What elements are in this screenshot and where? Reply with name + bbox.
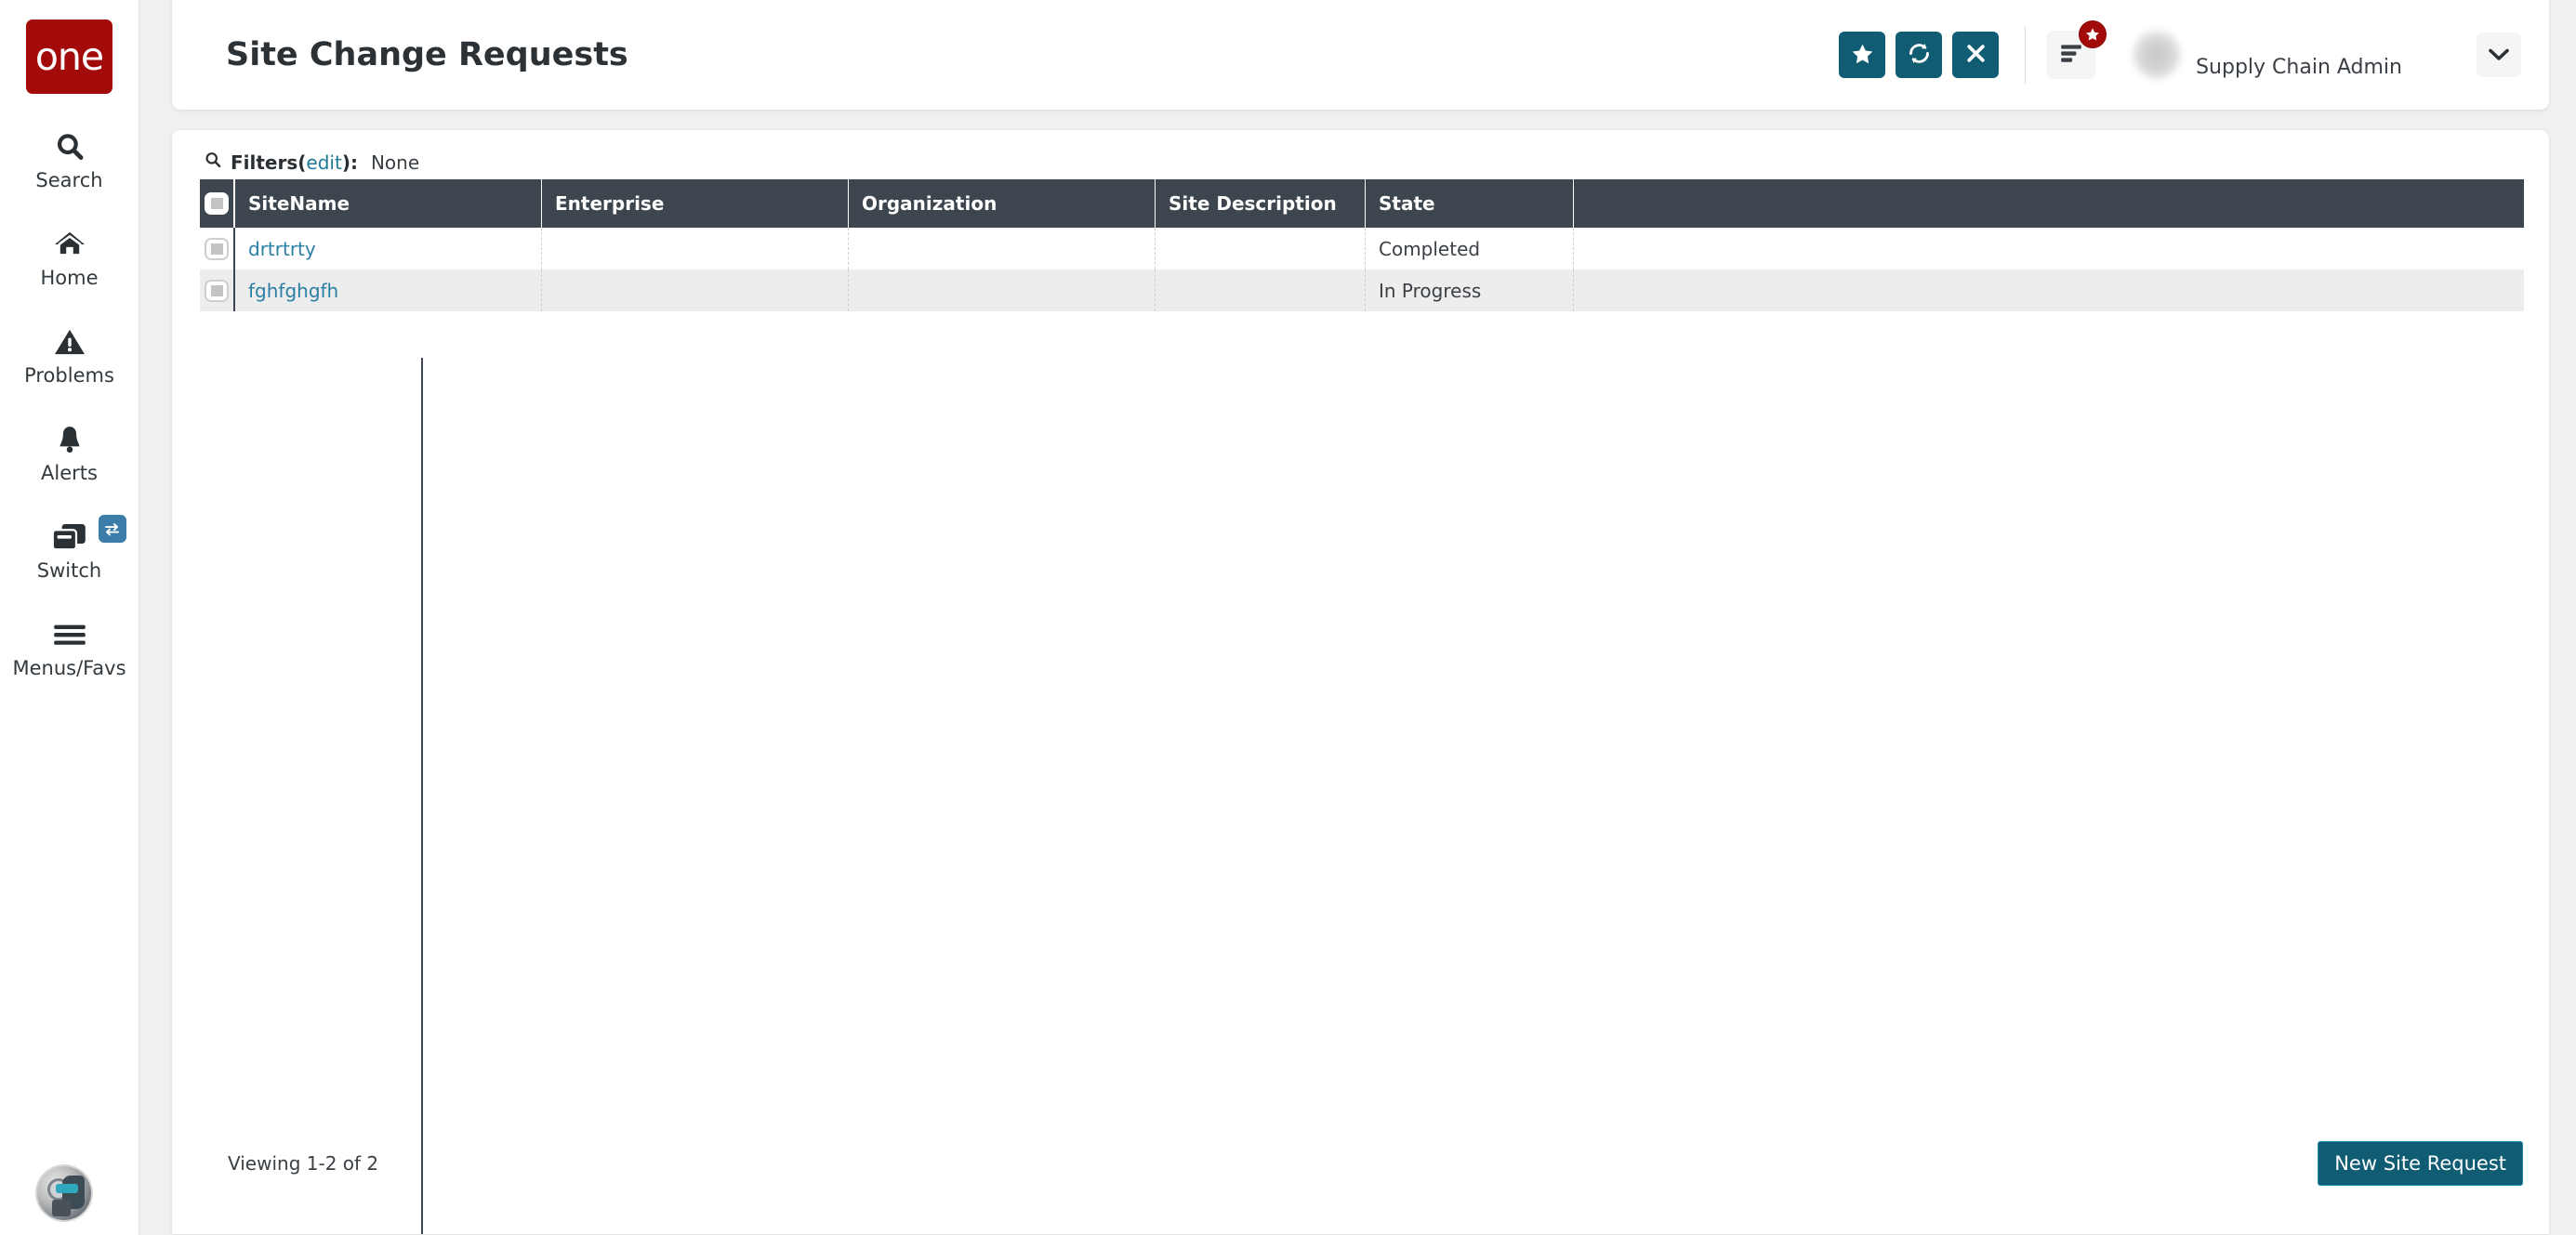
table-footer: Viewing 1-2 of 2 New Site Request bbox=[172, 1137, 2549, 1189]
avatar-visor bbox=[56, 1184, 78, 1193]
cell-state: Completed bbox=[1366, 228, 1574, 269]
column-header-sitename[interactable]: SiteName bbox=[235, 179, 542, 228]
cell-organization bbox=[849, 269, 1156, 311]
row-checkbox[interactable] bbox=[200, 269, 235, 311]
table-header-row: SiteName Enterprise Organization Site De… bbox=[200, 179, 2524, 228]
sidebar-item-home[interactable]: Home bbox=[0, 225, 139, 289]
cell-filler bbox=[1574, 228, 2524, 269]
filters-label: Filters bbox=[231, 151, 297, 174]
close-x-icon bbox=[1965, 43, 1987, 67]
avatar bbox=[2133, 31, 2181, 79]
left-sidebar: one Search Home Problems Alerts Switc bbox=[0, 0, 139, 1235]
sitename-link[interactable]: drtrtrty bbox=[248, 238, 316, 260]
sidebar-item-label: Switch bbox=[37, 559, 101, 582]
search-icon bbox=[54, 127, 86, 166]
sidebar-item-menus-favs[interactable]: Menus/Favs bbox=[0, 615, 139, 679]
filters-edit-link[interactable]: edit bbox=[306, 151, 341, 174]
column-header-site-description[interactable]: Site Description bbox=[1156, 179, 1366, 228]
cell-enterprise bbox=[542, 228, 849, 269]
page-title: Site Change Requests bbox=[226, 36, 628, 73]
column-header-enterprise[interactable]: Enterprise bbox=[542, 179, 849, 228]
filters-close-paren: ): bbox=[342, 151, 358, 174]
main-area: Site Change Requests bbox=[139, 0, 2576, 1235]
column-header-organization[interactable]: Organization bbox=[849, 179, 1156, 228]
header-actions: Supply Chain Admin bbox=[1839, 0, 2530, 110]
header-divider bbox=[2025, 26, 2026, 84]
user-identity: Supply Chain Admin bbox=[2196, 32, 2402, 79]
sidebar-item-label: Alerts bbox=[41, 462, 98, 484]
sidebar-item-label: Problems bbox=[24, 364, 114, 387]
favorite-button[interactable] bbox=[1839, 32, 1885, 78]
requests-table: SiteName Enterprise Organization Site De… bbox=[200, 179, 2524, 311]
column-header-state[interactable]: State bbox=[1366, 179, 1574, 228]
cell-state: In Progress bbox=[1366, 269, 1574, 311]
brand-logo[interactable]: one bbox=[26, 20, 112, 94]
cell-enterprise bbox=[542, 269, 849, 311]
cell-site-description bbox=[1156, 228, 1366, 269]
checkbox-icon bbox=[205, 192, 229, 215]
switch-windows-icon bbox=[50, 518, 89, 557]
select-all-checkbox[interactable] bbox=[200, 179, 235, 228]
close-button[interactable] bbox=[1952, 32, 1999, 78]
refresh-button[interactable] bbox=[1896, 32, 1942, 78]
sidebar-item-label: Home bbox=[40, 267, 98, 289]
sidebar-item-search[interactable]: Search bbox=[0, 127, 139, 191]
filters-bar: Filters ( edit ): None bbox=[204, 151, 419, 174]
home-icon bbox=[53, 225, 86, 264]
sidebar-item-alerts[interactable]: Alerts bbox=[0, 420, 139, 484]
warning-triangle-icon bbox=[53, 322, 86, 361]
sidebar-item-label: Search bbox=[35, 169, 102, 191]
brand-logo-text: one bbox=[35, 38, 103, 76]
star-icon bbox=[1851, 43, 1874, 68]
bot-avatar-icon[interactable] bbox=[37, 1166, 91, 1220]
cell-filler bbox=[1574, 269, 2524, 311]
hamburger-icon bbox=[52, 615, 87, 654]
new-site-request-button[interactable]: New Site Request bbox=[2318, 1141, 2523, 1186]
user-fullname bbox=[2196, 32, 2402, 52]
column-header-filler bbox=[1574, 179, 2524, 228]
sidebar-item-switch[interactable]: Switch bbox=[0, 518, 139, 582]
sitename-link[interactable]: fghfghgfh bbox=[248, 280, 338, 302]
row-checkbox[interactable] bbox=[200, 228, 235, 269]
checkbox-icon bbox=[205, 238, 229, 260]
star-badge-icon bbox=[2079, 20, 2107, 48]
content-card: Filters ( edit ): None SiteName Enterpri… bbox=[172, 130, 2549, 1234]
cell-organization bbox=[849, 228, 1156, 269]
search-icon bbox=[204, 151, 222, 174]
grid-left-rule bbox=[421, 358, 423, 1234]
cell-sitename: fghfghgfh bbox=[235, 269, 542, 311]
cell-site-description bbox=[1156, 269, 1366, 311]
user-role: Supply Chain Admin bbox=[2196, 56, 2402, 79]
filters-open-paren: ( bbox=[297, 151, 306, 174]
table-row[interactable]: drtrtrty Completed bbox=[200, 228, 2524, 269]
bell-icon bbox=[55, 420, 85, 459]
chevron-down-icon[interactable] bbox=[2477, 33, 2521, 77]
refresh-icon bbox=[1907, 41, 1932, 69]
checkbox-icon bbox=[205, 280, 229, 302]
exchange-arrows-icon[interactable] bbox=[99, 515, 126, 543]
sidebar-item-label: Menus/Favs bbox=[12, 657, 125, 679]
list-lines-icon bbox=[2059, 42, 2083, 69]
user-menu[interactable]: Supply Chain Admin bbox=[2133, 0, 2530, 110]
cell-sitename: drtrtrty bbox=[235, 228, 542, 269]
avatar-body bbox=[52, 1200, 71, 1216]
table-row[interactable]: fghfghgfh In Progress bbox=[200, 269, 2524, 311]
menus-favorites-button[interactable] bbox=[2047, 31, 2095, 79]
filters-value: None bbox=[371, 151, 419, 174]
top-header-bar: Site Change Requests bbox=[172, 0, 2549, 110]
viewing-count: Viewing 1-2 of 2 bbox=[228, 1152, 378, 1175]
sidebar-item-problems[interactable]: Problems bbox=[0, 322, 139, 387]
